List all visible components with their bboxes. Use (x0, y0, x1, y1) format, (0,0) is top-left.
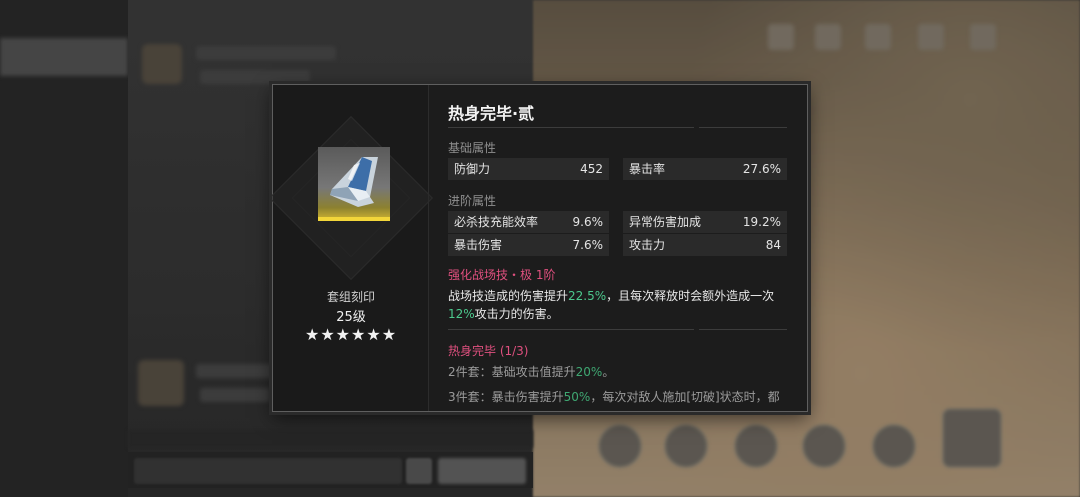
stat-value: 27.6% (742, 162, 781, 176)
stat-value: 7.6% (572, 238, 604, 252)
set-label: 套组刻印 (326, 290, 375, 304)
advanced-stat-row: 必杀技充能效率 9.6% (448, 211, 609, 233)
divider (699, 127, 787, 128)
advanced-stat-row: 攻击力 84 (623, 234, 787, 256)
set-bonus-title: 热身完毕 (1/3) (448, 344, 529, 358)
rarity-stripe (318, 217, 390, 221)
stat-name: 暴击伤害 (454, 238, 503, 252)
base-stat-row: 防御力 452 (448, 158, 609, 180)
stat-name: 异常伤害加成 (629, 215, 702, 229)
stat-value: 452 (580, 162, 603, 176)
set-bonus-3pc: 3件套：暴击伤害提升50%，每次对敌人施加[切破]状态时，都 (448, 390, 780, 404)
set-bonus-2pc: 2件套：基础攻击值提升20%。 (448, 365, 615, 379)
base-stats-heading: 基础属性 (448, 141, 497, 155)
stat-value: 84 (765, 238, 781, 252)
item-level: 25级 (336, 310, 366, 325)
advanced-stat-row: 异常伤害加成 19.2% (623, 211, 787, 233)
advanced-stats-heading: 进阶属性 (448, 194, 497, 208)
divider (448, 329, 694, 330)
advanced-stat-row: 暴击伤害 7.6% (448, 234, 609, 256)
base-stat-row: 暴击率 27.6% (623, 158, 787, 180)
item-details-panel: 热身完毕·贰 基础属性 防御力 452 暴击率 27.6% 进阶属性 必杀技充能… (429, 85, 807, 411)
drive-disk-popup: 套组刻印 25级 ★★★★★★ 热身完毕·贰 基础属性 防御力 452 暴击率 … (268, 84, 808, 412)
drive-disk-icon (318, 147, 390, 221)
skill-description: 战场技造成的伤害提升22.5%，且每次释放时会额外造成一次12%攻击力的伤害。 (448, 289, 775, 321)
stat-value: 19.2% (742, 215, 781, 229)
stat-name: 防御力 (454, 162, 491, 176)
divider (699, 329, 787, 330)
star-rating: ★★★★★★ (304, 325, 398, 344)
skill-title: 强化战场技・极 1阶 (448, 268, 556, 282)
stat-name: 必杀技充能效率 (454, 215, 539, 229)
stat-name: 攻击力 (629, 238, 666, 252)
item-title: 热身完毕·贰 (448, 104, 535, 123)
divider (448, 127, 694, 128)
stat-name: 暴击率 (629, 162, 666, 176)
stat-value: 9.6% (572, 215, 604, 229)
item-preview-panel: 套组刻印 25级 ★★★★★★ (268, 85, 434, 411)
